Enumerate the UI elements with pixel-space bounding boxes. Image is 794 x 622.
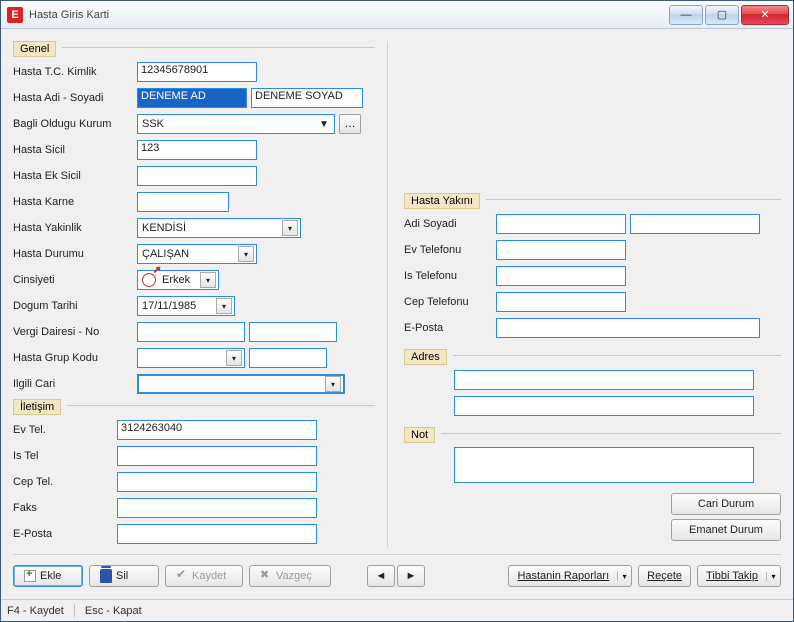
label-durumu: Hasta Durumu: [13, 248, 133, 260]
emanet-durum-button[interactable]: Emanet Durum: [671, 519, 781, 541]
chevron-down-icon: ▾: [617, 572, 631, 581]
close-button[interactable]: ✕: [741, 5, 789, 25]
save-icon: [176, 570, 188, 582]
cancel-icon: [260, 570, 272, 582]
label-dogum: Dogum Tarihi: [13, 300, 133, 312]
chevron-down-icon: ▾: [226, 350, 242, 366]
chevron-down-icon: ▾: [325, 376, 341, 392]
karne-input[interactable]: [137, 192, 229, 212]
chevron-down-icon: ▾: [238, 246, 254, 262]
raporlar-button[interactable]: Hastanin Raporları▾: [508, 565, 632, 587]
sil-button[interactable]: Sil: [89, 565, 159, 587]
label-grup-kodu: Hasta Grup Kodu: [13, 352, 133, 364]
adi-input[interactable]: DENEME AD: [137, 88, 247, 108]
cari-durum-button[interactable]: Cari Durum: [671, 493, 781, 515]
status-f4: F4 - Kaydet: [7, 605, 64, 617]
ilgili-cari-select[interactable]: ▾: [137, 374, 345, 394]
dogum-date[interactable]: 17/11/1985▾: [137, 296, 235, 316]
label-yk-cep: Cep Telefonu: [404, 296, 492, 308]
cep-tel-input[interactable]: [117, 472, 317, 492]
label-ilgili-cari: Ilgili Cari: [13, 378, 133, 390]
yk-cep-input[interactable]: [496, 292, 626, 312]
label-bagli-kurum: Bagli Oldugu Kurum: [13, 118, 133, 130]
grup-kodu-select[interactable]: ▾: [137, 348, 245, 368]
not-input[interactable]: [454, 447, 754, 483]
label-is-tel: Is Tel: [13, 450, 113, 462]
group-adres: Adres: [404, 349, 447, 365]
label-yk-is: Is Telefonu: [404, 270, 492, 282]
label-eposta: E-Posta: [13, 528, 113, 540]
adres1-input[interactable]: [454, 370, 754, 390]
recete-button[interactable]: Reçete: [638, 565, 691, 587]
male-icon: [142, 273, 156, 287]
bottom-toolbar: Ekle Sil Kaydet Vazgeç ◄ ► Hastanin Rapo…: [13, 559, 781, 587]
ekle-button[interactable]: Ekle: [13, 565, 83, 587]
bagli-kurum-select[interactable]: SSK▼: [137, 114, 335, 134]
group-iletisim: İletişim: [13, 399, 61, 415]
minimize-button[interactable]: —: [669, 5, 703, 25]
app-icon: E: [7, 7, 23, 23]
kurum-more-button[interactable]: …: [339, 114, 361, 134]
soyadi-input[interactable]: DENEME SOYAD: [251, 88, 363, 108]
label-cep-tel: Cep Tel.: [13, 476, 113, 488]
is-tel-input[interactable]: [117, 446, 317, 466]
statusbar: F4 - Kaydet Esc - Kapat: [1, 599, 793, 621]
label-vergi: Vergi Dairesi - No: [13, 326, 133, 338]
label-yakinlik: Hasta Yakinlik: [13, 222, 133, 234]
sicil-input[interactable]: 123: [137, 140, 257, 160]
durumu-select[interactable]: ÇALIŞAN▾: [137, 244, 257, 264]
label-tc-kimlik: Hasta T.C. Kimlik: [13, 66, 133, 78]
label-cinsiyet: Cinsiyeti: [13, 274, 133, 286]
chevron-down-icon: ▼: [316, 116, 332, 132]
group-genel: Genel: [13, 41, 56, 57]
tibbi-takip-button[interactable]: Tibbi Takip▾: [697, 565, 781, 587]
yk-adi2-input[interactable]: [630, 214, 760, 234]
label-yk-adi: Adi Soyadi: [404, 218, 492, 230]
faks-input[interactable]: [117, 498, 317, 518]
label-ek-sicil: Hasta Ek Sicil: [13, 170, 133, 182]
yk-adi1-input[interactable]: [496, 214, 626, 234]
label-sicil: Hasta Sicil: [13, 144, 133, 156]
label-karne: Hasta Karne: [13, 196, 133, 208]
label-faks: Faks: [13, 502, 113, 514]
label-ev-tel: Ev Tel.: [13, 424, 113, 436]
window-title: Hasta Giris Karti: [29, 9, 667, 21]
chevron-down-icon: ▾: [200, 272, 216, 288]
nav-next-button[interactable]: ►: [397, 565, 425, 587]
label-yk-eposta: E-Posta: [404, 322, 492, 334]
yakinlik-select[interactable]: KENDİSİ▾: [137, 218, 301, 238]
ek-sicil-input[interactable]: [137, 166, 257, 186]
adres2-input[interactable]: [454, 396, 754, 416]
tc-kimlik-input[interactable]: 12345678901: [137, 62, 257, 82]
label-yk-ev: Ev Telefonu: [404, 244, 492, 256]
yk-ev-input[interactable]: [496, 240, 626, 260]
chevron-down-icon: ▾: [766, 572, 780, 581]
add-icon: [24, 570, 36, 582]
vergi-daire-input[interactable]: [137, 322, 245, 342]
vazgec-button[interactable]: Vazgeç: [249, 565, 331, 587]
patient-entry-window: E Hasta Giris Karti — ▢ ✕ Genel Hasta T.…: [0, 0, 794, 622]
chevron-down-icon: ▾: [282, 220, 298, 236]
yk-is-input[interactable]: [496, 266, 626, 286]
eposta-input[interactable]: [117, 524, 317, 544]
vergi-no-input[interactable]: [249, 322, 337, 342]
group-hasta-yakini: Hasta Yakını: [404, 193, 480, 209]
group-not: Not: [404, 427, 435, 443]
yk-eposta-input[interactable]: [496, 318, 760, 338]
label-adi-soyadi: Hasta Adi - Soyadi: [13, 92, 133, 104]
kaydet-button[interactable]: Kaydet: [165, 565, 243, 587]
titlebar: E Hasta Giris Karti — ▢ ✕: [1, 1, 793, 29]
grup-kodu2-input[interactable]: [249, 348, 327, 368]
status-esc: Esc - Kapat: [85, 605, 142, 617]
nav-prev-button[interactable]: ◄: [367, 565, 395, 587]
chevron-down-icon: ▾: [216, 298, 232, 314]
maximize-button[interactable]: ▢: [705, 5, 739, 25]
delete-icon: [100, 569, 112, 583]
cinsiyet-select[interactable]: Erkek▾: [137, 270, 219, 290]
ev-tel-input[interactable]: 3124263040: [117, 420, 317, 440]
